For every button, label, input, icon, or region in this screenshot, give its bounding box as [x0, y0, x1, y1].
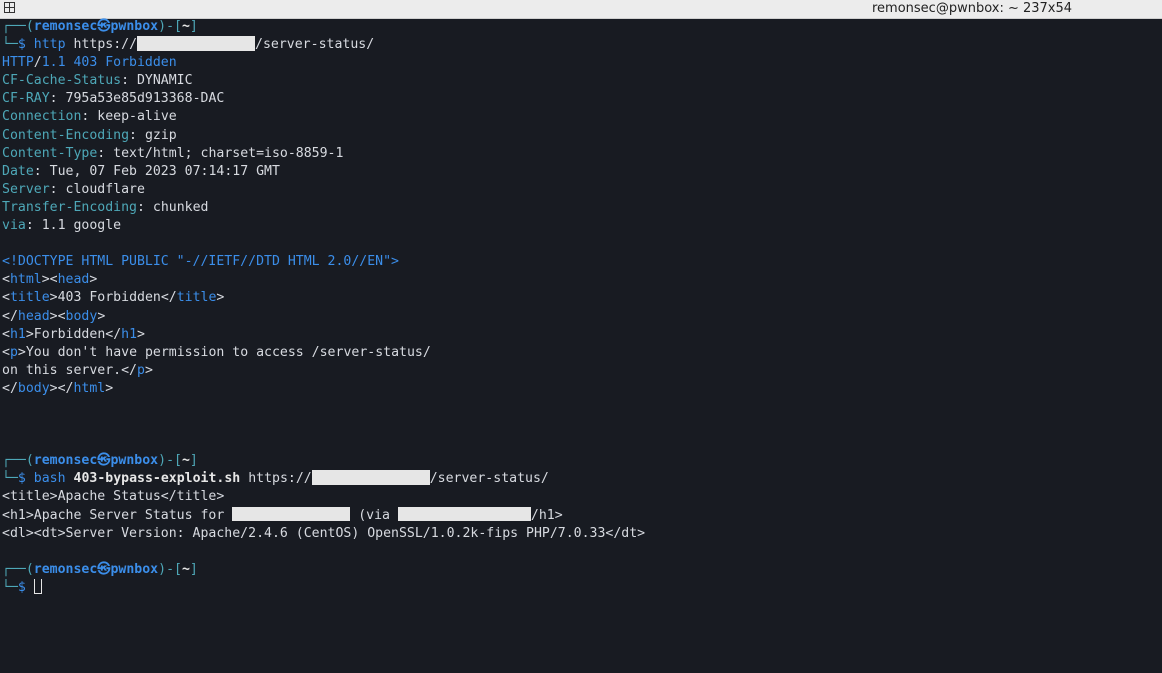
command-line: └─$ bash 403-bypass-exploit.sh https:///… — [2, 470, 549, 487]
html-line: <title>403 Forbidden</title> — [2, 290, 225, 306]
html-line: </head><body> — [2, 308, 106, 324]
response-header: Server: cloudflare — [2, 181, 145, 197]
terminal-cursor — [33, 578, 42, 595]
prompt-line: ┌──(remonsec㉿pwnbox)-[~] — [2, 19, 198, 34]
command-program: http — [33, 37, 66, 53]
html-line: <h1>Forbidden</h1> — [2, 326, 145, 342]
terminal-output[interactable]: ┌──(remonsec㉿pwnbox)-[~] └─$ http https:… — [2, 18, 1162, 673]
prompt-line: ┌──(remonsec㉿pwnbox)-[~] — [2, 453, 198, 469]
redacted-host — [137, 36, 256, 51]
html-line: </body></html> — [2, 380, 114, 396]
output-line: <dl><dt>Server Version: Apache/2.4.6 (Ce… — [2, 525, 646, 541]
output-line: <title>Apache Status</title> — [2, 489, 225, 505]
html-line: on this server.</p> — [2, 362, 153, 378]
redacted-host — [311, 470, 430, 485]
html-line: <p>You don't have permission to access /… — [2, 344, 431, 360]
html-doctype: <!DOCTYPE HTML PUBLIC "-//IETF//DTD HTML… — [2, 254, 399, 270]
http-status-line: HTTP/1.1 403 Forbidden — [2, 55, 177, 71]
response-header: CF-Cache-Status: DYNAMIC — [2, 73, 193, 89]
prompt-line: ┌──(remonsec㉿pwnbox)-[~] — [2, 561, 198, 577]
terminal-menu-icon[interactable] — [4, 2, 15, 13]
response-header: Transfer-Encoding: chunked — [2, 199, 209, 215]
html-line: <html><head> — [2, 272, 98, 288]
response-header: via: 1.1 google — [2, 218, 122, 234]
command-program: bash — [33, 471, 66, 487]
command-script: 403-bypass-exploit.sh — [73, 471, 241, 487]
command-line: └─$ http https:///server-status/ — [2, 36, 375, 53]
redacted-host — [232, 506, 351, 522]
response-header: CF-RAY: 795a53e85d913368-DAC — [2, 91, 225, 107]
response-header: Content-Encoding: gzip — [2, 127, 177, 143]
window-title: remonsec@pwnbox: ~ 237x54 — [872, 1, 1073, 16]
command-line[interactable]: └─$ — [2, 578, 1162, 597]
response-header: Date: Tue, 07 Feb 2023 07:14:17 GMT — [2, 163, 280, 179]
redacted-host — [397, 506, 531, 522]
response-header: Content-Type: text/html; charset=iso-885… — [2, 145, 344, 161]
output-line: <h1>Apache Server Status for (via /h1> — [2, 506, 563, 523]
response-header: Connection: keep-alive — [2, 109, 177, 125]
window-titlebar: remonsec@pwnbox: ~ 237x54 — [0, 0, 1162, 19]
